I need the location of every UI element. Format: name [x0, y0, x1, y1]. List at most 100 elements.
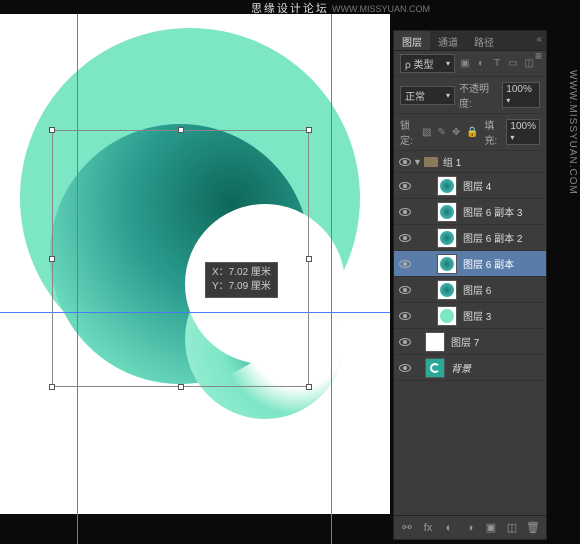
panel-menu-icon[interactable]: ≡ [535, 49, 542, 63]
transform-y: Y：7.09 厘米 [212, 280, 271, 294]
layer-label: 图层 6 [463, 282, 491, 297]
filter-shape-icon[interactable]: ▭ [507, 58, 519, 70]
layer-thumbnail[interactable] [425, 358, 445, 378]
blend-row: 正常▾ 不透明度: 100% ▾ [394, 77, 546, 114]
layer-label: 组 1 [443, 154, 461, 169]
tab-layers[interactable]: 图层 [394, 31, 430, 50]
chevron-down-icon: ▾ [446, 59, 450, 68]
visibility-toggle[interactable] [397, 260, 413, 268]
visibility-toggle[interactable] [397, 208, 413, 216]
blend-mode-dropdown[interactable]: 正常▾ [400, 86, 455, 105]
layer-label: 图层 4 [463, 178, 491, 193]
link-layers-icon[interactable]: ⚯ [400, 521, 414, 535]
layer-filter-kind[interactable]: ρ 类型▾ [400, 54, 455, 73]
layer-label: 图层 6 副本 [463, 256, 514, 271]
watermark-side: WWW.MISSYUAN.COM [567, 70, 578, 195]
layer-thumbnail[interactable] [437, 254, 457, 274]
filter-image-icon[interactable]: ▣ [459, 58, 471, 70]
layer-label: 图层 7 [451, 334, 479, 349]
layer-item[interactable]: 图层 6 副本 2 [394, 225, 546, 251]
delete-layer-icon[interactable]: 🗑 [526, 521, 540, 535]
transform-handle-tl[interactable] [49, 127, 55, 133]
panel-collapse-icon[interactable]: « [536, 34, 542, 45]
lock-position-icon[interactable]: ✥ [452, 126, 460, 138]
layer-item[interactable]: 图层 3 [394, 303, 546, 329]
group-expand-icon[interactable]: ▼ [413, 157, 422, 167]
layer-group[interactable]: ▼ 组 1 [394, 151, 546, 173]
eye-icon [399, 234, 411, 242]
filter-row: ρ 类型▾ ▣ ◐ T ▭ ◫ [394, 51, 546, 77]
folder-icon [424, 157, 438, 167]
guide-vertical-2[interactable] [331, 14, 332, 544]
layer-thumbnail[interactable] [437, 280, 457, 300]
layer-thumbnail[interactable] [437, 176, 457, 196]
layer-item[interactable]: 图层 6 副本 3 [394, 199, 546, 225]
eye-icon [399, 182, 411, 190]
layers-panel: « ≡ 图层 通道 路径 ρ 类型▾ ▣ ◐ T ▭ ◫ 正常▾ 不透明度: 1… [393, 30, 547, 540]
layer-thumbnail[interactable] [425, 332, 445, 352]
eye-icon [399, 208, 411, 216]
tab-channels[interactable]: 通道 [430, 31, 466, 50]
visibility-toggle[interactable] [397, 286, 413, 294]
eye-icon [399, 158, 411, 166]
layer-mask-icon[interactable]: ◐ [442, 521, 456, 535]
layer-item-selected[interactable]: 图层 6 副本 [394, 251, 546, 277]
eye-icon [399, 338, 411, 346]
layers-list: ▼ 组 1 图层 4 图层 6 副本 3 图层 6 副本 2 图层 6 副本 [394, 151, 546, 515]
chevron-down-icon: ▾ [446, 91, 450, 100]
layer-item[interactable]: 图层 4 [394, 173, 546, 199]
eye-icon [399, 260, 411, 268]
filter-adjust-icon[interactable]: ◐ [475, 58, 487, 70]
lock-brush-icon[interactable]: ✎ [437, 126, 445, 138]
layer-thumbnail[interactable] [437, 202, 457, 222]
layer-item[interactable]: 图层 7 [394, 329, 546, 355]
eye-icon [399, 364, 411, 372]
adjustment-layer-icon[interactable]: ◑ [463, 521, 477, 535]
transform-handle-bl[interactable] [49, 384, 55, 390]
filter-smart-icon[interactable]: ◫ [523, 58, 535, 70]
layer-thumbnail[interactable] [437, 228, 457, 248]
visibility-toggle[interactable] [397, 158, 413, 166]
transform-handle-tc[interactable] [178, 127, 184, 133]
canvas[interactable]: X：7.02 厘米 Y：7.09 厘米 [0, 14, 390, 514]
layer-label: 图层 3 [463, 308, 491, 323]
opacity-label: 不透明度: [459, 80, 498, 110]
new-layer-icon[interactable]: ◫ [505, 521, 519, 535]
visibility-toggle[interactable] [397, 182, 413, 190]
visibility-toggle[interactable] [397, 364, 413, 372]
tab-paths[interactable]: 路径 [466, 31, 502, 50]
filter-type-icon[interactable]: T [491, 58, 503, 70]
layer-item-background[interactable]: 背景 [394, 355, 546, 381]
visibility-toggle[interactable] [397, 338, 413, 346]
layer-label: 图层 6 副本 2 [463, 230, 522, 245]
transform-info-tooltip: X：7.02 厘米 Y：7.09 厘米 [205, 262, 278, 298]
lock-row: 锁定: ▨ ✎ ✥ 🔒 填充: 100% ▾ [394, 114, 546, 151]
eye-icon [399, 286, 411, 294]
visibility-toggle[interactable] [397, 312, 413, 320]
layer-thumbnail[interactable] [437, 306, 457, 326]
transform-handle-br[interactable] [306, 384, 312, 390]
transform-handle-ml[interactable] [49, 256, 55, 262]
transform-handle-mr[interactable] [306, 256, 312, 262]
transform-handle-tr[interactable] [306, 127, 312, 133]
layer-item[interactable]: 图层 6 [394, 277, 546, 303]
layer-label: 背景 [451, 360, 471, 375]
chevron-down-icon: ▾ [510, 133, 514, 142]
opacity-value[interactable]: 100% ▾ [502, 82, 540, 108]
new-group-icon[interactable]: ▣ [484, 521, 498, 535]
fill-value[interactable]: 100% ▾ [506, 119, 540, 145]
lock-transparent-icon[interactable]: ▨ [422, 126, 431, 138]
transform-x: X：7.02 厘米 [212, 266, 271, 280]
transform-handle-bc[interactable] [178, 384, 184, 390]
fill-label: 填充: [484, 117, 500, 147]
panel-tabs: 图层 通道 路径 [394, 31, 546, 51]
eye-icon [399, 312, 411, 320]
panel-bottom-toolbar: ⚯ fx ◐ ◑ ▣ ◫ 🗑 [394, 515, 546, 539]
transform-bounding-box[interactable] [52, 130, 309, 387]
visibility-toggle[interactable] [397, 234, 413, 242]
layer-fx-icon[interactable]: fx [421, 521, 435, 535]
layer-label: 图层 6 副本 3 [463, 204, 522, 219]
lock-all-icon[interactable]: 🔒 [466, 126, 478, 138]
chevron-down-icon: ▾ [506, 96, 510, 105]
watermark-sub: WWW.MISSYUAN.COM [332, 4, 430, 14]
